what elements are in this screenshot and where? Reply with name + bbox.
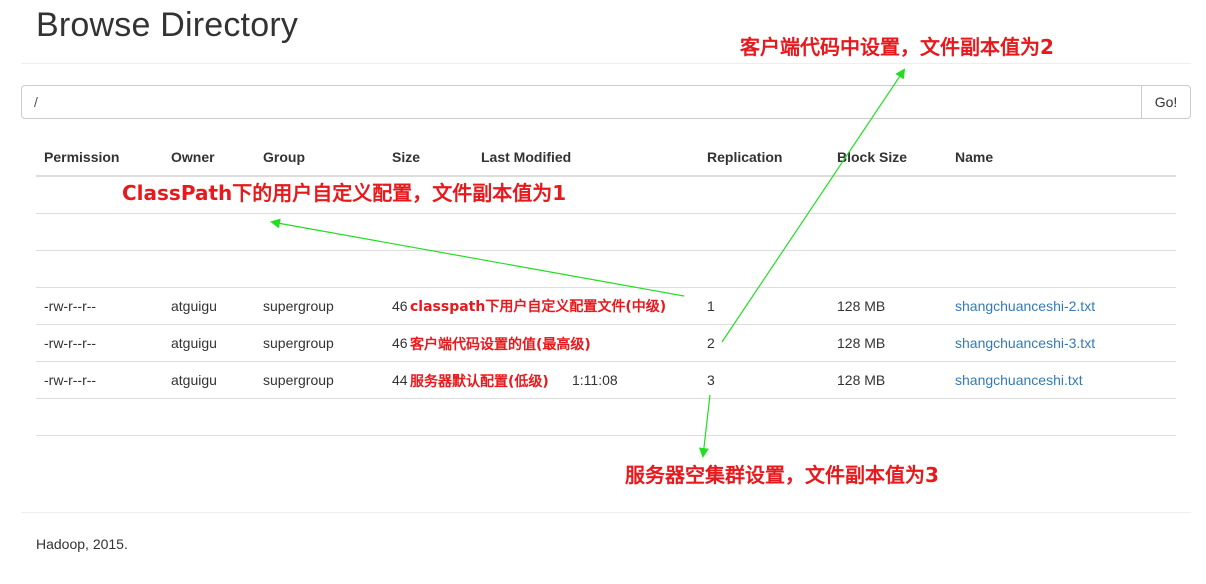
client-code-annotation: 客户端代码中设置，文件副本值为2 [740,35,1054,59]
file-link[interactable]: shangchuanceshi.txt [955,372,1083,388]
cell-replication: 2 [707,335,715,351]
title-divider [21,63,1191,64]
footer-divider [21,512,1191,513]
classpath-annotation: ClassPath下的用户自定义配置，文件副本值为1 [122,181,567,205]
cell-block-size: 128 MB [837,372,886,388]
cell-group: supergroup [263,298,334,314]
column-header-group[interactable]: Group [263,149,305,165]
column-header-name[interactable]: Name [955,149,993,165]
go-button[interactable]: Go! [1141,85,1191,119]
footer-text: Hadoop, 2015. [36,536,128,552]
cell-permission: -rw-r--r-- [44,335,97,351]
file-link[interactable]: shangchuanceshi-3.txt [955,335,1095,351]
cell-block-size: 128 MB [837,335,886,351]
cell-size: 44 [392,372,408,388]
table-row-empty [36,214,1176,251]
column-header-permission[interactable]: Permission [44,149,119,165]
column-header-replication[interactable]: Replication [707,149,782,165]
cell-permission: -rw-r--r-- [44,298,97,314]
column-header-last-modified[interactable]: Last Modified [481,149,571,165]
directory-path-input[interactable] [21,85,1141,119]
table-header: Permission Owner Group Size Last Modifie… [36,138,1176,177]
cell-replication: 1 [707,298,715,314]
table-row: -rw-r--r-- atguigu supergroup 44 1:11:08… [36,362,1176,399]
page-title: Browse Directory [36,6,299,44]
column-header-size[interactable]: Size [392,149,420,165]
cell-size: 46 [392,335,408,351]
row1-annotation: classpath下用户自定义配置文件(中级) [410,299,667,315]
cell-size: 46 [392,298,408,314]
server-cluster-annotation: 服务器空集群设置，文件副本值为3 [625,463,939,487]
cell-owner: atguigu [171,298,217,314]
table-row-empty [36,251,1176,288]
cell-owner: atguigu [171,335,217,351]
cell-owner: atguigu [171,372,217,388]
cell-last-modified: 1:11:08 [572,372,618,388]
cell-permission: -rw-r--r-- [44,372,97,388]
table-row: -rw-r--r-- atguigu supergroup 46 2 128 M… [36,325,1176,362]
file-link[interactable]: shangchuanceshi-2.txt [955,298,1095,314]
row3-annotation: 服务器默认配置(低级) [410,374,549,390]
path-bar: Go! [21,85,1191,119]
cell-group: supergroup [263,372,334,388]
table-row-empty [36,399,1176,436]
cell-replication: 3 [707,372,715,388]
cell-block-size: 128 MB [837,298,886,314]
column-header-block-size[interactable]: Block Size [837,149,907,165]
column-header-owner[interactable]: Owner [171,149,215,165]
cell-group: supergroup [263,335,334,351]
row2-annotation: 客户端代码设置的值(最高级) [410,337,591,353]
